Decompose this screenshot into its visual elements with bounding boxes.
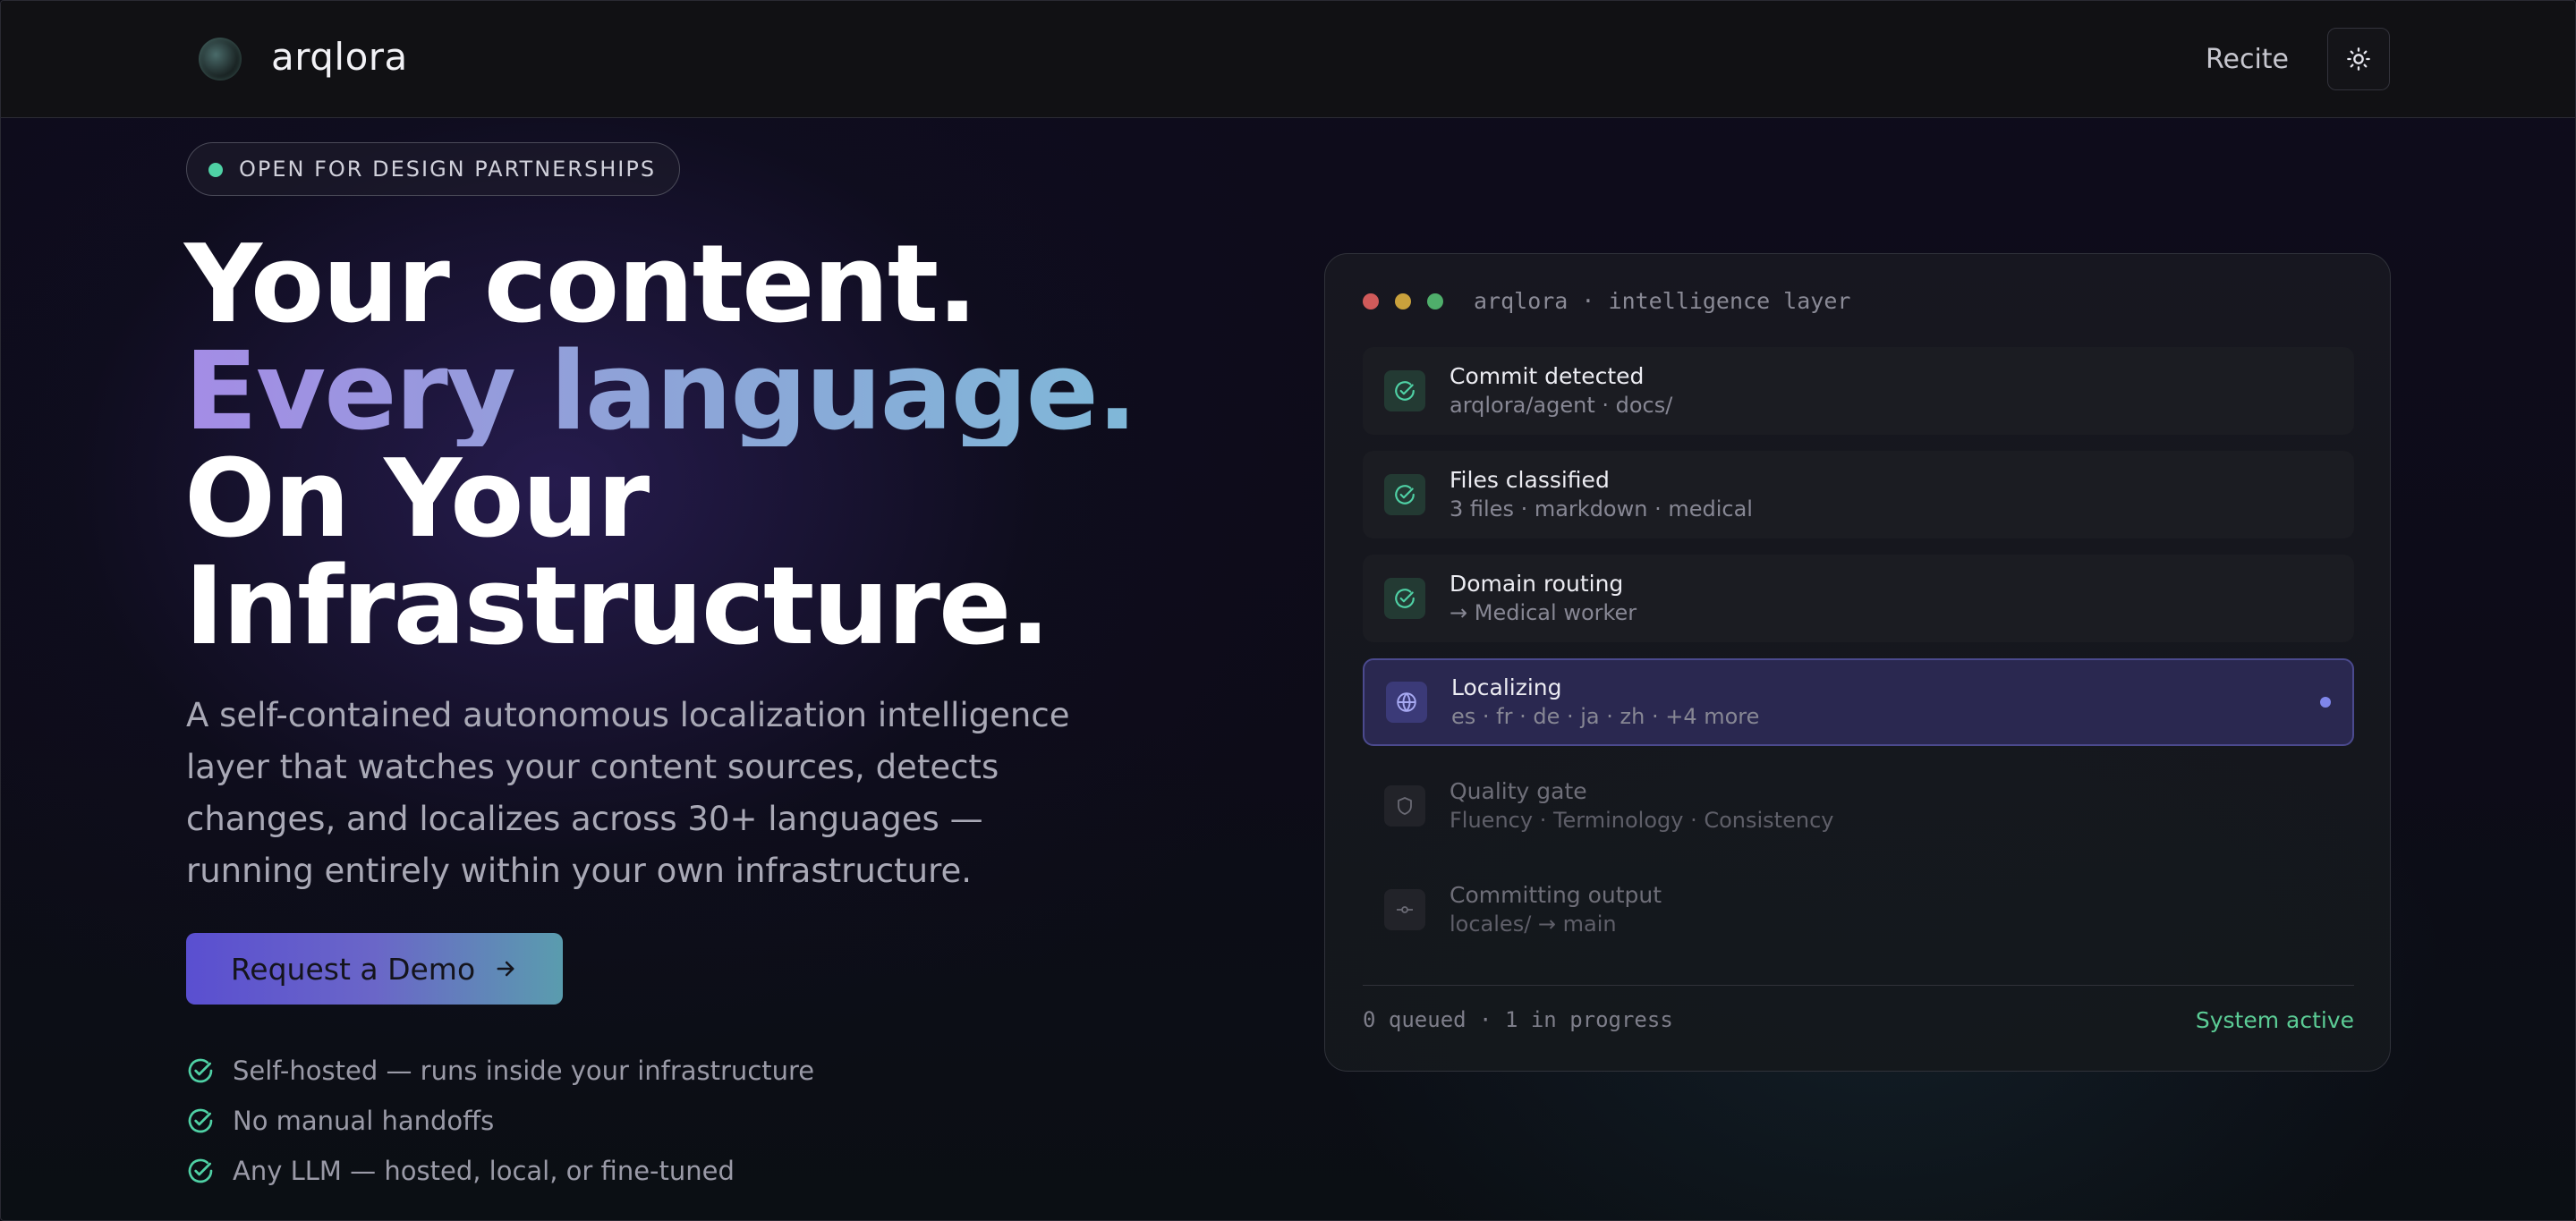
step-detail: locales/ → main bbox=[1450, 912, 1617, 937]
brand-name[interactable]: arqlora bbox=[271, 35, 408, 79]
status-dot bbox=[208, 163, 223, 177]
progress-indicator-dot bbox=[2320, 697, 2331, 708]
partnership-badge: OPEN FOR DESIGN PARTNERSHIPS bbox=[186, 142, 681, 196]
logo-icon[interactable] bbox=[199, 38, 242, 81]
feature-item: Any LLM — hosted, local, or fine-tuned bbox=[186, 1146, 814, 1196]
check-circle-icon bbox=[1384, 370, 1425, 411]
step-title: Commit detected bbox=[1450, 363, 1645, 389]
feature-label: Self-hosted — runs inside your infrastru… bbox=[233, 1056, 815, 1086]
queue-status: 0 queued · 1 in progress bbox=[1363, 1007, 1673, 1032]
check-circle-icon bbox=[1384, 474, 1425, 515]
window-dot-minimize bbox=[1395, 293, 1411, 309]
feature-item: No manual handoffs bbox=[186, 1096, 814, 1146]
step-domain-routing: Domain routing → Medical worker bbox=[1363, 555, 2354, 642]
globe-icon bbox=[1386, 682, 1427, 723]
check-circle-icon bbox=[188, 1158, 213, 1183]
window-dot-close bbox=[1363, 293, 1379, 309]
step-files-classified: Files classified 3 files · markdown · me… bbox=[1363, 451, 2354, 538]
system-status: System active bbox=[2195, 1007, 2354, 1033]
step-localizing: Localizing es · fr · de · ja · zh · +4 m… bbox=[1363, 658, 2354, 746]
arrow-right-icon bbox=[497, 961, 514, 977]
window-dot-maximize bbox=[1427, 293, 1443, 309]
hero-headline: Your content. Every language. On Your In… bbox=[184, 223, 1137, 669]
step-title: Files classified bbox=[1450, 467, 1610, 493]
feature-item: Self-hosted — runs inside your infrastru… bbox=[186, 1046, 814, 1096]
headline-line-2: Every language. bbox=[184, 330, 1137, 454]
check-circle-icon bbox=[1384, 578, 1425, 619]
feature-list: Self-hosted — runs inside your infrastru… bbox=[186, 1046, 814, 1196]
top-nav: arqlora Recite bbox=[1, 1, 2575, 118]
panel-title: arqlora · intelligence layer bbox=[1474, 288, 1851, 314]
step-title: Domain routing bbox=[1450, 571, 1624, 597]
sun-icon bbox=[2347, 47, 2370, 71]
step-detail: arqlora/agent · docs/ bbox=[1450, 393, 1673, 418]
cta-label: Request a Demo bbox=[230, 951, 476, 987]
nav-link-recite[interactable]: Recite bbox=[2206, 44, 2289, 75]
feature-label: No manual handoffs bbox=[233, 1106, 495, 1136]
headline-line-4: Infrastructure. bbox=[184, 545, 1050, 669]
headline-line-3: On Your bbox=[184, 437, 650, 562]
commit-icon bbox=[1384, 889, 1425, 930]
step-detail: Fluency · Terminology · Consistency bbox=[1450, 808, 1834, 833]
panel-divider bbox=[1363, 985, 2354, 986]
feature-label: Any LLM — hosted, local, or fine-tuned bbox=[233, 1156, 735, 1186]
step-title: Quality gate bbox=[1450, 778, 1587, 804]
step-detail: → Medical worker bbox=[1450, 600, 1637, 625]
check-circle-icon bbox=[188, 1108, 213, 1133]
step-commit-detected: Commit detected arqlora/agent · docs/ bbox=[1363, 347, 2354, 435]
window-controls bbox=[1363, 293, 1443, 309]
headline-line-1: Your content. bbox=[184, 223, 978, 347]
step-detail: es · fr · de · ja · zh · +4 more bbox=[1451, 704, 1760, 729]
shield-icon bbox=[1384, 785, 1425, 827]
step-title: Localizing bbox=[1451, 674, 1562, 700]
check-circle-icon bbox=[188, 1058, 213, 1083]
pipeline-panel: arqlora · intelligence layer Commit dete… bbox=[1324, 253, 2391, 1072]
step-title: Committing output bbox=[1450, 882, 1662, 908]
badge-label: OPEN FOR DESIGN PARTNERSHIPS bbox=[239, 157, 657, 182]
step-committing-output: Committing output locales/ → main bbox=[1363, 866, 2354, 954]
theme-toggle-button[interactable] bbox=[2327, 28, 2390, 90]
hero-description: A self-contained autonomous localization… bbox=[186, 696, 1070, 890]
step-quality-gate: Quality gate Fluency · Terminology · Con… bbox=[1363, 762, 2354, 850]
page: arqlora Recite OPEN FOR DESIGN PARTNERSH… bbox=[0, 0, 2576, 1221]
request-demo-button[interactable]: Request a Demo bbox=[186, 933, 563, 1005]
step-detail: 3 files · markdown · medical bbox=[1450, 496, 1753, 521]
